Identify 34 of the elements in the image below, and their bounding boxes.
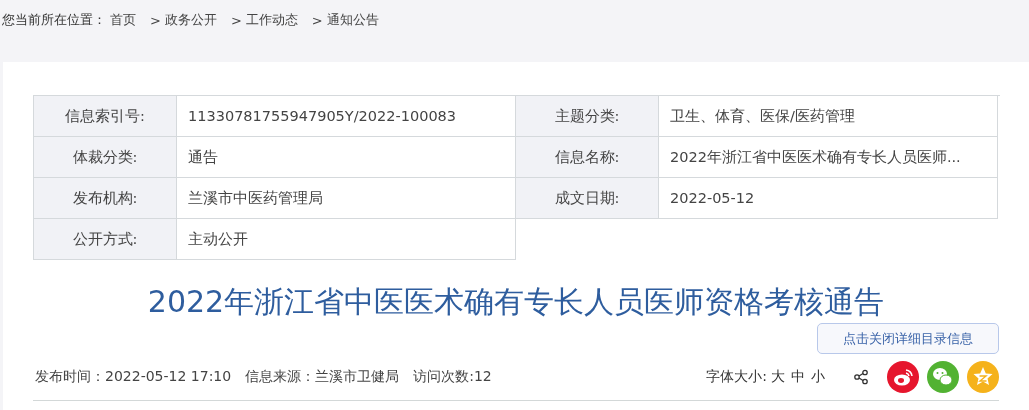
breadcrumb-separator: >: [311, 12, 323, 28]
font-size-option[interactable]: 小: [811, 368, 825, 386]
font-size-option[interactable]: 中: [791, 368, 805, 386]
breadcrumb-link[interactable]: 政务公开: [164, 11, 217, 29]
breadcrumb-separator: >: [150, 12, 161, 28]
table-cell: 2022-05-12: [659, 178, 998, 219]
meta-text: 发布时间：2022-05-12 17:10: [35, 368, 232, 386]
breadcrumb-link[interactable]: 工作动态: [245, 11, 298, 29]
table-cell: 2022年浙江省中医医术确有专长人员医师...: [659, 137, 998, 178]
location-label: 您当前所在位置：: [2, 11, 106, 29]
breadcrumb-link[interactable]: 通知公告: [326, 11, 379, 29]
weibo-share-icon[interactable]: [887, 361, 919, 393]
font-size-label: 字体大小:: [706, 368, 767, 386]
table-cell: 主题分类:: [516, 96, 659, 137]
table-cell: 公开方式:: [34, 219, 177, 260]
toggle-details-button[interactable]: 点击关闭详细目录信息: [817, 323, 999, 354]
table-cell: 体裁分类:: [34, 137, 177, 178]
table-cell: 通告: [177, 137, 516, 178]
article-title: 2022年浙江省中医医术确有专长人员医师资格考核通告: [146, 283, 886, 321]
table-cell: 发布机构:: [34, 178, 177, 219]
breadcrumb-separator: >: [230, 12, 242, 28]
share-icon[interactable]: [853, 369, 869, 385]
meta-text: 访问次数:12: [413, 368, 492, 386]
meta-text: 信息来源：兰溪市卫健局: [245, 368, 400, 386]
font-size-option[interactable]: 大: [771, 368, 785, 386]
table-cell: 主动公开: [177, 219, 516, 260]
table-cell: 11330781755947905Y/2022-100083: [177, 96, 516, 137]
table-cell: 信息名称:: [516, 137, 659, 178]
table-cell: 成文日期:: [516, 178, 659, 219]
breadcrumb-link[interactable]: 首页: [110, 11, 136, 29]
table-cell: 信息索引号:: [34, 96, 177, 137]
table-cell: 兰溪市中医药管理局: [177, 178, 516, 219]
table-cell: 卫生、体育、医保/医药管理: [659, 96, 998, 137]
chat-bubbles-icon[interactable]: [927, 361, 959, 393]
